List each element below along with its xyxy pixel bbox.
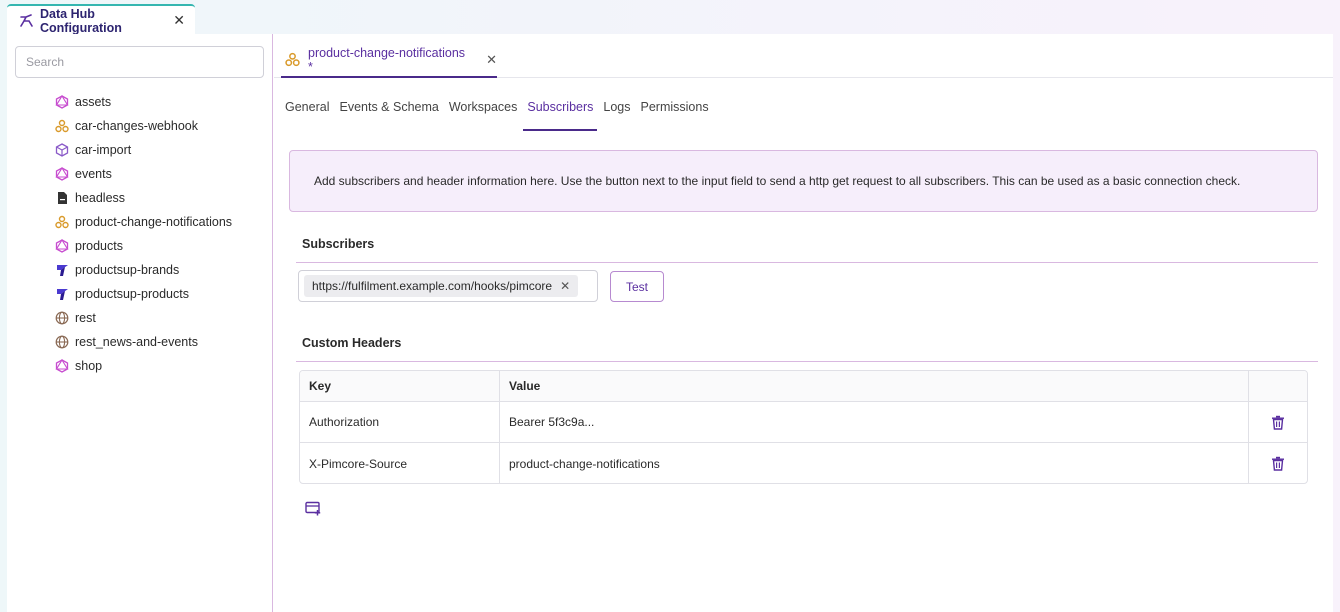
tree-item-productsup-products[interactable]: productsup-products — [55, 282, 232, 306]
remove-icon[interactable]: ✕ — [560, 279, 570, 293]
subscribers-title: Subscribers — [302, 237, 375, 251]
tree-item-shop[interactable]: shop — [55, 354, 232, 378]
header-key-cell[interactable]: Authorization — [300, 402, 500, 442]
divider — [296, 361, 1318, 362]
subtabs: General Events & Schema Workspaces Subsc… — [285, 91, 719, 131]
tab-logs[interactable]: Logs — [603, 91, 635, 131]
tree-item-product-change-notifications[interactable]: product-change-notifications — [55, 210, 232, 234]
tree-item-productsup-brands[interactable]: productsup-brands — [55, 258, 232, 282]
tree-item-label: product-change-notifications — [75, 215, 233, 229]
tree-item-products[interactable]: products — [55, 234, 232, 258]
document-tabbar: product-change-notifications * ✕ — [274, 34, 1333, 78]
webhook-icon — [55, 215, 69, 229]
close-icon[interactable]: ✕ — [486, 52, 497, 68]
window-title: Data Hub Configuration — [40, 6, 122, 35]
config-tree: assets car-changes-webhook car-import ev… — [55, 90, 232, 378]
actions-cell — [1249, 402, 1307, 442]
tree-item-label: car-changes-webhook — [75, 119, 198, 133]
globe-icon — [55, 311, 69, 325]
trash-icon[interactable] — [1271, 415, 1285, 430]
tree-item-headless[interactable]: headless — [55, 186, 232, 210]
table-row: X-Pimcore-Source product-change-notifica… — [300, 443, 1307, 483]
tree-item-label: productsup-brands — [75, 263, 180, 277]
globe-icon — [55, 335, 69, 349]
cube-icon — [55, 143, 69, 157]
header-key-cell[interactable]: X-Pimcore-Source — [300, 443, 500, 483]
graphql-icon — [55, 167, 69, 181]
tab-workspaces[interactable]: Workspaces — [449, 91, 523, 131]
tree-item-events[interactable]: events — [55, 162, 232, 186]
subscriber-chip: https://fulfilment.example.com/hooks/pim… — [304, 275, 579, 297]
productsup-icon — [55, 287, 69, 301]
graphql-icon — [55, 95, 69, 109]
search-input[interactable] — [15, 46, 264, 78]
column-header-actions — [1249, 371, 1307, 401]
table-row: Authorization Bearer 5f3c9a... — [300, 402, 1307, 443]
tree-item-label: headless — [75, 191, 126, 205]
add-row-icon[interactable] — [305, 501, 322, 516]
subscribers-input[interactable]: https://fulfilment.example.com/hooks/pim… — [298, 270, 598, 302]
subscriber-url: https://fulfilment.example.com/hooks/pim… — [312, 279, 553, 293]
header-value-cell[interactable]: product-change-notifications — [500, 443, 1249, 483]
column-header-value: Value — [500, 371, 1249, 401]
tab-subscribers[interactable]: Subscribers — [523, 91, 598, 131]
tab-permissions[interactable]: Permissions — [641, 91, 714, 131]
tree-item-label: products — [75, 239, 123, 253]
tab-events-schema[interactable]: Events & Schema — [339, 91, 443, 131]
info-notice: Add subscribers and header information h… — [289, 150, 1318, 212]
productsup-icon — [55, 263, 69, 277]
trash-icon[interactable] — [1271, 456, 1285, 471]
main-panel: assets car-changes-webhook car-import ev… — [7, 34, 1333, 612]
tree-item-rest-news-and-events[interactable]: rest_news-and-events — [55, 330, 232, 354]
divider — [296, 262, 1318, 263]
tab-general[interactable]: General — [285, 91, 334, 131]
custom-headers-title: Custom Headers — [302, 336, 402, 350]
graphql-icon — [55, 359, 69, 373]
close-icon[interactable]: ✕ — [173, 12, 185, 29]
sidebar: assets car-changes-webhook car-import ev… — [7, 34, 273, 612]
content-area: product-change-notifications * ✕ General… — [274, 34, 1333, 612]
data-hub-icon — [20, 13, 33, 27]
test-button[interactable]: Test — [610, 271, 664, 302]
header-value-cell[interactable]: Bearer 5f3c9a... — [500, 402, 1249, 442]
actions-cell — [1249, 443, 1307, 483]
tree-item-label: events — [75, 167, 112, 181]
tree-item-label: assets — [75, 95, 112, 109]
tree-item-rest[interactable]: rest — [55, 306, 232, 330]
graphql-icon — [55, 239, 69, 253]
tree-item-car-changes-webhook[interactable]: car-changes-webhook — [55, 114, 232, 138]
table-header: Key Value — [300, 371, 1307, 402]
tree-item-label: shop — [75, 359, 103, 373]
document-tab-label: product-change-notifications * — [308, 45, 466, 74]
tree-item-label: car-import — [75, 143, 132, 157]
tree-item-label: productsup-products — [75, 287, 189, 301]
tree-item-label: rest — [75, 311, 96, 325]
window-tab[interactable]: Data Hub Configuration ✕ — [7, 4, 195, 35]
column-header-key: Key — [300, 371, 500, 401]
document-tab[interactable]: product-change-notifications * ✕ — [281, 43, 497, 78]
tree-item-car-import[interactable]: car-import — [55, 138, 232, 162]
tree-item-label: rest_news-and-events — [75, 335, 198, 349]
tree-item-assets[interactable]: assets — [55, 90, 232, 114]
webhook-icon — [285, 52, 300, 67]
file-icon — [55, 191, 69, 205]
headers-table: Key Value Authorization Bearer 5f3c9a...… — [299, 370, 1308, 484]
webhook-icon — [55, 119, 69, 133]
